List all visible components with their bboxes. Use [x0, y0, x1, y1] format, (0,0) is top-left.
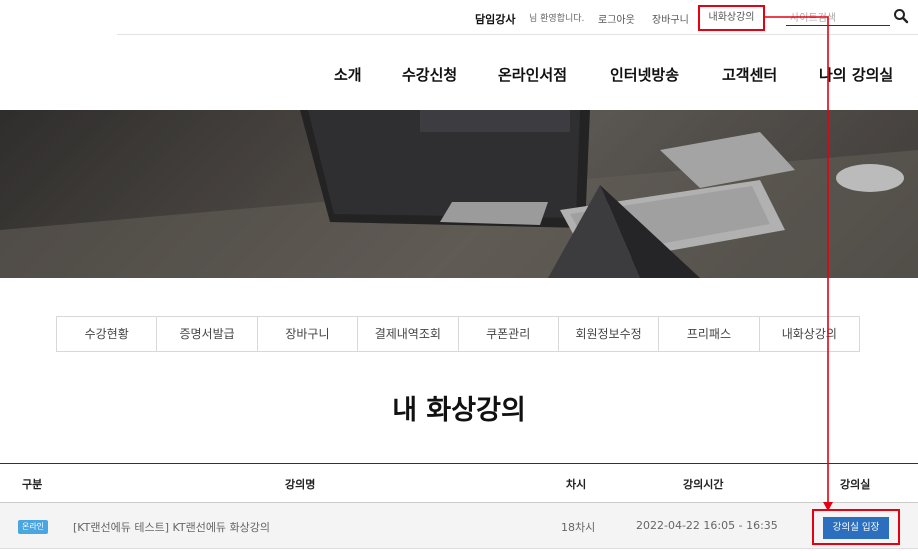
header-room: 강의실: [840, 478, 871, 491]
enter-button-highlight: 강의실 입장: [812, 509, 900, 545]
tab-my-video-class[interactable]: 내화상강의: [760, 317, 859, 351]
course-name: [KT랜선에듀 테스트] KT랜선에듀 화상강의: [73, 521, 271, 534]
welcome-text: 님 환영합니다.: [529, 14, 585, 24]
header-session: 차시: [566, 478, 587, 491]
hero-banner-image: [0, 110, 918, 278]
nav-item-enroll[interactable]: 수강신청: [402, 64, 457, 85]
tab-cart[interactable]: 장바구니: [258, 317, 359, 351]
tab-member-info[interactable]: 회원정보수정: [559, 317, 660, 351]
tab-course-status[interactable]: 수강현황: [57, 317, 158, 351]
nav-item-my-classroom[interactable]: 나의 강의실: [819, 64, 893, 85]
page-title: 내 화상강의: [392, 395, 526, 426]
cart-link[interactable]: 장바구니: [652, 11, 689, 26]
table-header: 구분 강의명 차시 강의시간 강의실: [0, 463, 918, 503]
tab-certificate[interactable]: 증명서발급: [157, 317, 258, 351]
video-class-table: 구분 강의명 차시 강의시간 강의실 온라인 [KT랜선에듀 테스트] KT랜선…: [0, 463, 918, 549]
user-name: 담임강사: [475, 13, 516, 26]
table-row: 온라인 [KT랜선에듀 테스트] KT랜선에듀 화상강의 18차시 2022-0…: [0, 503, 918, 549]
logout-link[interactable]: 로그아웃: [598, 11, 635, 26]
main-nav: 소개 수강신청 온라인서점 인터넷방송 고객센터 나의 강의실: [0, 60, 918, 90]
search-box: [786, 6, 890, 28]
search-input[interactable]: [786, 9, 890, 28]
nav-item-bookstore[interactable]: 온라인서점: [498, 64, 567, 85]
header-type: 구분: [22, 478, 43, 491]
nav-item-support[interactable]: 고객센터: [722, 64, 777, 85]
header-course-name: 강의명: [285, 478, 316, 491]
top-utility-bar: 담임강사 님 환영합니다. 로그아웃 장바구니 내화상강의: [0, 0, 918, 36]
topbar-divider: [117, 34, 918, 35]
session-count: 18차시: [561, 521, 596, 534]
enter-classroom-button[interactable]: 강의실 입장: [823, 517, 889, 539]
header-time: 강의시간: [683, 478, 724, 491]
search-icon[interactable]: [893, 8, 909, 24]
my-video-class-link[interactable]: 내화상강의: [698, 5, 765, 31]
tab-coupon[interactable]: 쿠폰관리: [459, 317, 559, 351]
tab-payment-history[interactable]: 결제내역조회: [358, 317, 459, 351]
tab-free-pass[interactable]: 프리패스: [659, 317, 760, 351]
online-badge: 온라인: [18, 520, 48, 534]
mypage-tabs: 수강현황 증명서발급 장바구니 결제내역조회 쿠폰관리 회원정보수정 프리패스 …: [56, 316, 860, 352]
class-time: 2022-04-22 16:05 - 16:35: [636, 519, 778, 532]
nav-item-broadcast[interactable]: 인터넷방송: [610, 64, 679, 85]
nav-item-intro[interactable]: 소개: [334, 64, 362, 85]
